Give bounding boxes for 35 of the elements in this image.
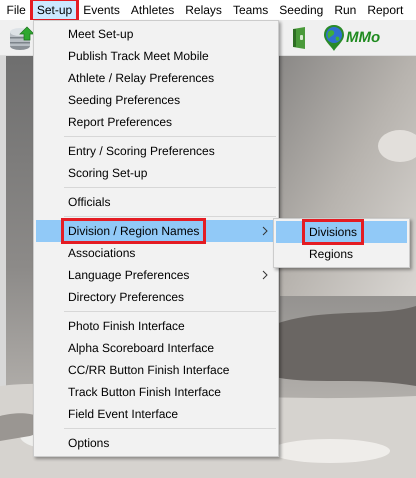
menu-item[interactable]: Publish Track Meet Mobile bbox=[36, 45, 276, 67]
menu-bar-item[interactable]: Run bbox=[330, 1, 360, 19]
menu-item[interactable]: Alpha Scoreboard Interface bbox=[36, 337, 276, 359]
menu-item[interactable]: Divisions bbox=[276, 221, 407, 243]
menu-item[interactable]: CC/RR Button Finish Interface bbox=[36, 359, 276, 381]
mmo-button[interactable]: MMo bbox=[346, 29, 380, 46]
menu-item[interactable]: Directory Preferences bbox=[36, 286, 276, 308]
globe-pin-icon[interactable] bbox=[323, 24, 345, 52]
binder-icon[interactable] bbox=[292, 26, 306, 50]
menu-item[interactable]: Report Preferences bbox=[36, 111, 276, 133]
menu-item[interactable]: Photo Finish Interface bbox=[36, 315, 276, 337]
menu-item[interactable]: Athlete / Relay Preferences bbox=[36, 67, 276, 89]
menu-bar-item[interactable]: Set-up bbox=[32, 1, 76, 19]
menu-bar-item[interactable]: Events bbox=[79, 1, 124, 19]
menu-bar-item[interactable]: Relays bbox=[181, 1, 226, 19]
menu-bar-item[interactable]: Seeding bbox=[275, 1, 328, 19]
menu-item[interactable]: Entry / Scoring Preferences bbox=[36, 140, 276, 162]
menu-item[interactable]: Field Event Interface bbox=[36, 403, 276, 425]
menu-bar-item[interactable]: File bbox=[2, 1, 30, 19]
menu-item[interactable]: Meet Set-up bbox=[36, 23, 276, 45]
menu-item[interactable]: Associations bbox=[36, 242, 276, 264]
menu-item[interactable]: Language Preferences bbox=[36, 264, 276, 286]
menu-bar-item[interactable]: Teams bbox=[228, 1, 272, 19]
menu-item[interactable]: Scoring Set-up bbox=[36, 162, 276, 184]
menu-item[interactable]: Track Button Finish Interface bbox=[36, 381, 276, 403]
highlight-box: Division / Region Names bbox=[64, 221, 204, 241]
menu-item[interactable]: Regions bbox=[276, 243, 407, 265]
menu-item[interactable]: Division / Region Names bbox=[36, 220, 276, 242]
database-upload-icon[interactable] bbox=[9, 26, 35, 52]
menu-bar-item[interactable]: Athletes bbox=[126, 1, 178, 19]
menu-bar-item[interactable]: Report bbox=[363, 1, 408, 19]
menu-item[interactable]: Officials bbox=[36, 191, 276, 213]
menu-item[interactable]: Seeding Preferences bbox=[36, 89, 276, 111]
highlight-box: Divisions bbox=[305, 222, 362, 242]
menu-item[interactable]: Options bbox=[36, 432, 276, 454]
